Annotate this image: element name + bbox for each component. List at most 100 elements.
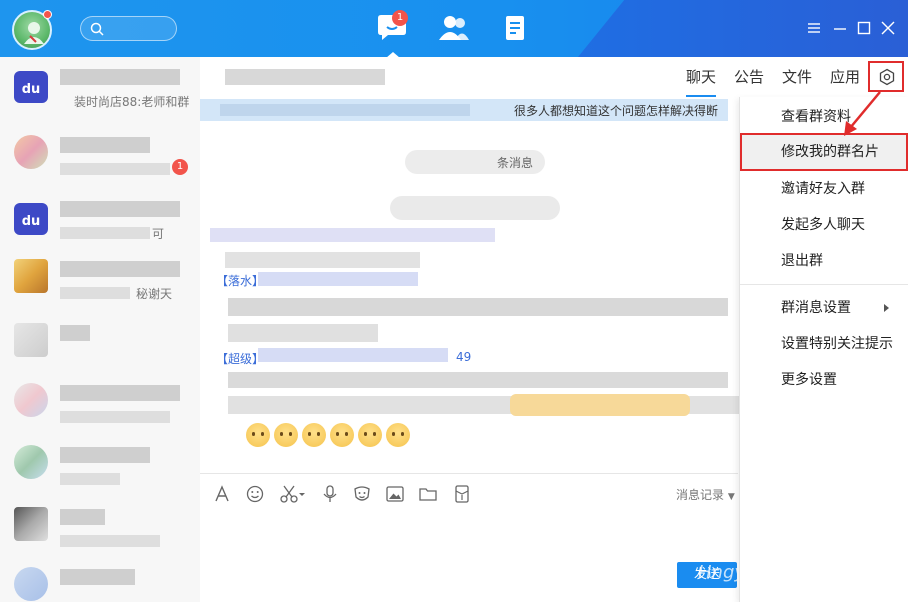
menu-item-group-message-settings[interactable]: 群消息设置 [740,290,908,326]
conversation-preview-blurred [60,411,170,423]
contacts-icon [439,16,469,40]
menu-item-leave-group[interactable]: 退出群 [740,243,908,279]
message-blurred [225,252,420,268]
message-history-label: 消息记录 [676,488,725,502]
conversation-avatar [14,259,48,293]
unread-badge: 1 [172,159,188,175]
menu-item-start-multi-chat[interactable]: 发起多人聊天 [740,207,908,243]
font-icon[interactable] [212,484,232,504]
menu-icon[interactable] [806,20,822,36]
conversation-name-blurred [60,509,105,525]
menu-item-more-settings[interactable]: 更多设置 [740,362,908,398]
chevron-down-icon[interactable] [298,484,306,504]
du-group-icon: du [14,71,48,103]
list-item[interactable]: 1 [0,125,200,185]
conversation-avatar [14,383,48,417]
sender-name: 【落水】 [216,274,265,288]
emoji-icon [330,423,354,447]
maximize-icon[interactable] [856,20,872,36]
tab-files[interactable]: 文件 [782,57,812,97]
conversation-name-blurred [60,261,180,277]
announcement-text: 很多人都想知道这个问题怎样解决得断 [513,104,718,118]
message-history-link[interactable]: 消息记录 ▼ [676,486,735,503]
image-icon[interactable] [385,484,405,504]
announcement-bar[interactable]: 很多人都想知道这个问题怎样解决得断 [200,99,728,121]
list-item[interactable] [0,373,200,433]
folder-icon[interactable] [418,484,438,504]
message-blurred [228,324,378,342]
list-item[interactable]: du 装时尚店88:老师和群 [0,57,200,117]
nav-messages-badge: 1 [392,10,408,26]
menu-item-special-attention[interactable]: 设置特别关注提示 [740,326,908,362]
emoji-icon [274,423,298,447]
red-packet-icon[interactable] [452,484,472,504]
message-blurred [228,372,728,388]
message-blurred [258,272,418,286]
conversation-avatar [14,567,48,601]
avatar-figure-icon [24,22,44,44]
nav-apps[interactable] [502,14,536,44]
list-item[interactable] [0,557,200,602]
group-settings-menu: 查看群资料 修改我的群名片 邀请好友入群 发起多人聊天 退出群 群消息设置 设置… [739,97,908,602]
tab-announcement[interactable]: 公告 [734,57,764,97]
conversation-preview-blurred [60,287,130,299]
emoji-row-blurred [510,394,690,416]
conversation-avatar [14,135,48,169]
conversation-name-blurred [60,325,90,341]
conversation-preview: 装时尚店88:老师和群 [74,95,190,109]
list-item[interactable]: 秘谢天 [0,249,200,309]
new-messages-label: 条消息 [496,156,533,170]
sender-name: 【超级】 [216,352,265,366]
conversation-avatar [14,323,48,357]
time-pill-blurred [390,196,560,220]
du-group-icon: du [14,203,48,235]
conversation-name-blurred [60,569,135,585]
gear-icon [879,68,895,86]
user-avatar[interactable] [12,10,52,50]
conversation-preview-blurred [60,473,120,485]
microphone-icon[interactable] [320,484,340,504]
message-blurred [210,228,495,242]
menu-item-edit-group-card[interactable]: 修改我的群名片 [740,133,908,171]
conversation-preview-blurred [60,163,170,175]
list-item[interactable] [0,497,200,557]
minimize-icon[interactable] [832,20,848,36]
conversation-name-blurred [60,447,150,463]
list-item[interactable] [0,435,200,495]
menu-divider [740,284,908,285]
conversation-preview: 秘谢天 [136,287,173,301]
chevron-down-icon: ▼ [727,492,735,502]
tab-chat[interactable]: 聊天 [686,57,717,97]
conversation-preview: 可 [152,227,165,241]
conversation-name-blurred [60,137,150,153]
new-messages-pill[interactable]: 条消息 [405,150,545,174]
menu-item-label: 群消息设置 [781,300,851,316]
annotation-arrow-icon [844,91,881,136]
conversation-list: du 装时尚店88:老师和群 1 du 可 秘谢天 [0,57,200,602]
conversation-preview-blurred [60,227,150,239]
conversation-preview-blurred [60,535,160,547]
emoji-icon [246,423,270,447]
announcement-blurred [220,104,470,116]
search-box[interactable] [80,16,177,41]
close-icon[interactable] [880,20,896,36]
conversation-avatar [14,445,48,479]
chevron-right-icon [884,304,889,312]
menu-item-invite-friends[interactable]: 邀请好友入群 [740,171,908,207]
conversation-name-blurred [60,385,180,401]
nav-contacts[interactable] [438,14,472,44]
message-blurred [258,348,448,362]
avatar-status-dot [43,10,52,19]
emoji-picker-icon[interactable] [245,484,265,504]
watermark: Hngy [698,562,746,583]
magic-expression-icon[interactable] [352,484,372,504]
emoji-icon [302,423,326,447]
screenshot-icon[interactable] [279,484,299,504]
conversation-name-blurred [60,69,180,85]
apps-icon [506,16,524,40]
list-item[interactable] [0,313,200,373]
group-name-blurred [225,69,385,85]
conversation-avatar [14,507,48,541]
search-icon [90,22,104,36]
list-item[interactable]: du 可 [0,189,200,249]
